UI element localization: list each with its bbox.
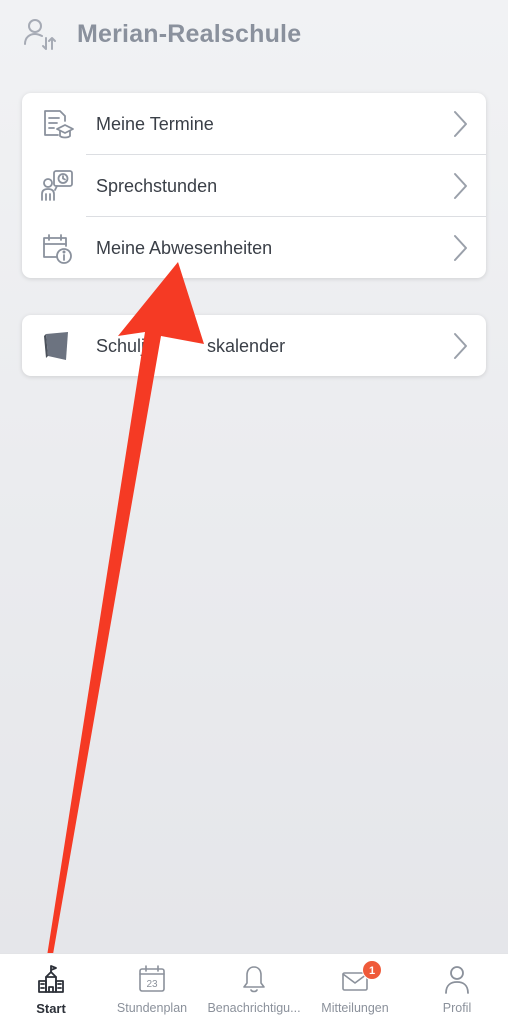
menu-item-schuljahreskalender[interactable]: Schulj skalender <box>22 315 486 376</box>
tab-label: Start <box>36 1001 66 1016</box>
tab-label: Stundenplan <box>116 1001 188 1015</box>
chevron-right-icon <box>454 173 467 199</box>
menu-item-label: Meine Abwesenheiten <box>96 238 273 258</box>
school-title[interactable]: Merian-Realschule <box>77 20 301 49</box>
chevron-right-icon <box>454 111 467 137</box>
menu-item-meine-abwesenheiten[interactable]: Meine Abwesenheiten <box>22 217 486 278</box>
menu-item-sprechstunden[interactable]: Sprechstunden <box>22 155 486 217</box>
calendar-23-icon: 23 <box>139 965 165 992</box>
menu-item-meine-termine[interactable]: Meine Termine <box>22 93 486 155</box>
tab-mitteilungen[interactable]: 1 Mitteilungen <box>304 954 406 1024</box>
bottom-tab-bar: Start 23 Stundenplan Benachrichtigu... 1… <box>0 953 508 1024</box>
unread-badge: 1 <box>362 960 382 980</box>
tab-label: Mitteilungen <box>321 1001 389 1015</box>
calendar-info-icon <box>43 234 72 264</box>
consultation-clock-icon <box>41 170 73 201</box>
user-switch-icon[interactable] <box>22 16 58 54</box>
menu-item-label: Meine Termine <box>96 114 214 134</box>
tab-label: Benachrichtigu... <box>207 1001 301 1015</box>
school-building-icon <box>38 965 64 993</box>
bell-icon <box>243 966 265 993</box>
book-icon <box>44 332 68 360</box>
tab-start[interactable]: Start <box>0 954 102 1024</box>
tab-label: Profil <box>442 1001 472 1015</box>
chevron-right-icon <box>454 235 467 261</box>
person-icon <box>445 966 469 994</box>
chevron-right-icon <box>454 333 467 359</box>
tab-benachrichtigungen[interactable]: Benachrichtigu... <box>203 954 305 1024</box>
calendar-card: Schulj skalender <box>22 315 486 376</box>
menu-item-label: Sprechstunden <box>96 176 218 196</box>
document-graduation-icon <box>44 110 74 139</box>
app-header: Merian-Realschule <box>0 0 508 72</box>
calendar-day: 23 <box>146 979 158 990</box>
menu-item-label: Schulj skalender <box>96 336 286 356</box>
menu-card: Meine Termine Sprechstunden Meine Abwese… <box>22 93 486 278</box>
tab-stundenplan[interactable]: 23 Stundenplan <box>101 954 203 1024</box>
tab-profil[interactable]: Profil <box>406 954 508 1024</box>
